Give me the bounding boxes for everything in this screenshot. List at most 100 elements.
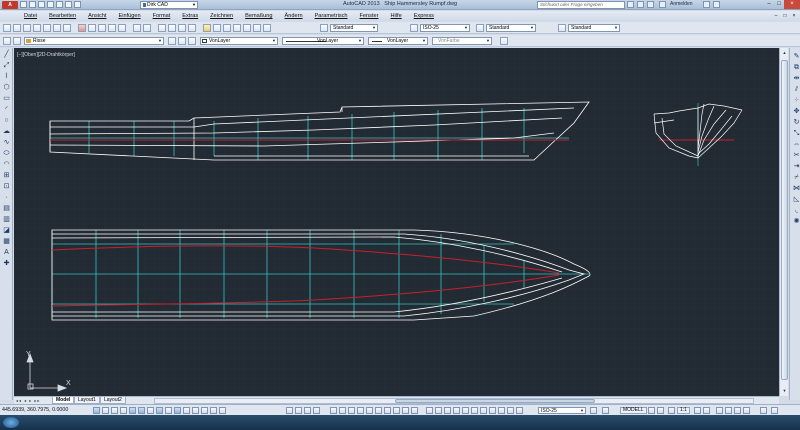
search-icon[interactable] <box>627 1 634 8</box>
polyline-icon[interactable]: ⌇ <box>2 72 11 81</box>
move-icon[interactable]: ✥ <box>792 107 800 116</box>
id-point-icon[interactable] <box>444 407 451 414</box>
quick-view-layouts-icon[interactable] <box>648 407 655 414</box>
layer-status-icon[interactable] <box>402 407 409 414</box>
menu-bearbeiten[interactable]: Bearbeiten <box>43 13 82 19</box>
infer-constraints-icon[interactable] <box>93 407 100 414</box>
dimension-update-icon[interactable] <box>516 407 523 414</box>
list-icon[interactable] <box>435 407 442 414</box>
minimize-button[interactable]: – <box>764 0 774 9</box>
ellipse-arc-icon[interactable]: ◠ <box>2 160 11 169</box>
line-icon[interactable]: ╱ <box>2 50 11 59</box>
dynamic-ucs-icon[interactable] <box>165 407 172 414</box>
new-icon[interactable] <box>3 24 11 32</box>
explode-icon[interactable]: ✺ <box>792 217 800 226</box>
center-mark-icon[interactable] <box>507 407 514 414</box>
auto-scale-icon[interactable] <box>703 407 710 414</box>
clean-screen-icon[interactable] <box>771 407 778 414</box>
menu-zeichnen[interactable]: Zeichnen <box>204 13 239 19</box>
text-icon[interactable] <box>339 407 346 414</box>
cut-icon[interactable] <box>78 24 86 32</box>
object-snap-tracking-icon[interactable] <box>156 407 163 414</box>
calculator-icon[interactable] <box>253 24 261 32</box>
doc-restore-button[interactable]: □ <box>781 12 789 20</box>
pan-status-icon[interactable] <box>286 407 293 414</box>
polygon-icon[interactable]: ⬡ <box>2 83 11 92</box>
measure-icon[interactable] <box>426 407 433 414</box>
menu-extras[interactable]: Extras <box>176 13 204 19</box>
redo-icon[interactable] <box>143 24 151 32</box>
horizontal-scroll-thumb[interactable] <box>395 399 595 403</box>
doc-minimize-button[interactable]: – <box>772 12 780 20</box>
hatch-icon[interactable]: ▤ <box>2 204 11 213</box>
construction-line-icon[interactable]: ⤢ <box>2 61 11 70</box>
workspace-settings-icon[interactable] <box>716 407 723 414</box>
object-snap-icon[interactable] <box>138 407 145 414</box>
block-editor-icon[interactable] <box>118 24 126 32</box>
match-properties-icon[interactable] <box>108 24 116 32</box>
menu-ansicht[interactable]: Ansicht <box>82 13 112 19</box>
subscription-center-icon[interactable] <box>637 1 644 8</box>
help-icon[interactable] <box>713 1 720 8</box>
doc-close-button[interactable]: × <box>790 12 798 20</box>
selection-cycling-icon[interactable] <box>210 407 217 414</box>
spline-icon[interactable]: ∿ <box>2 138 11 147</box>
showmotion-icon[interactable] <box>313 407 320 414</box>
angle-icon[interactable] <box>480 407 487 414</box>
windows-start-icon[interactable] <box>3 417 19 428</box>
steeringwheel-icon[interactable] <box>304 407 311 414</box>
table-style-select[interactable]: Standard ▼ <box>486 24 536 32</box>
multileader-style-select[interactable]: Standard ▼ <box>568 24 620 32</box>
block-status-icon[interactable] <box>366 407 373 414</box>
hardware-acceleration-icon[interactable] <box>734 407 741 414</box>
fillet-icon[interactable]: ◟ <box>792 206 800 215</box>
save-icon[interactable] <box>23 24 31 32</box>
break-icon[interactable]: ⌿ <box>792 173 800 182</box>
make-block-icon[interactable]: ⊡ <box>2 182 11 191</box>
coordinate-readout[interactable]: 445.6939, 360.7975, 0.0000 <box>2 407 68 413</box>
hatch-status-icon[interactable] <box>384 407 391 414</box>
isolate-objects-icon[interactable] <box>743 407 750 414</box>
copy-object-icon[interactable]: ⧉ <box>792 63 800 72</box>
menu-format[interactable]: Format <box>147 13 177 19</box>
lineweight-display-icon[interactable] <box>500 37 508 45</box>
layer-previous-icon[interactable] <box>178 37 186 45</box>
polar-tracking-icon[interactable] <box>129 407 136 414</box>
table-icon[interactable]: ▦ <box>2 237 11 246</box>
volume-icon[interactable] <box>498 407 505 414</box>
quick-properties-icon[interactable] <box>201 407 208 414</box>
extend-icon[interactable]: ⇥ <box>792 162 800 171</box>
region-mass-icon[interactable] <box>462 407 469 414</box>
point-icon[interactable]: · <box>2 193 11 202</box>
revcloud-icon[interactable]: ☁ <box>2 127 11 136</box>
menu-bemassung[interactable]: Bemaßung <box>239 13 278 19</box>
publish-icon[interactable] <box>53 24 61 32</box>
dim-style-select[interactable]: ISO-25 ▼ <box>420 24 470 32</box>
properties-icon[interactable] <box>203 24 211 32</box>
scroll-down-icon[interactable]: ▼ <box>780 387 789 395</box>
color-select[interactable]: VonLayer ▼ <box>200 37 278 45</box>
mirror-icon[interactable]: ⇹ <box>792 74 800 83</box>
login-button[interactable]: Anmelden <box>670 1 693 7</box>
zoom-status-icon[interactable] <box>295 407 302 414</box>
plot-icon[interactable] <box>33 24 41 32</box>
model-space-toggle[interactable]: MODELL <box>620 407 647 414</box>
stretch-icon[interactable]: ⇔ <box>792 140 800 149</box>
xref-icon[interactable] <box>411 407 418 414</box>
join-icon[interactable]: ⋈ <box>792 184 800 193</box>
tab-layout1[interactable]: Layout1 <box>74 397 100 404</box>
close-button[interactable]: × <box>784 0 800 9</box>
zoom-previous-icon[interactable] <box>188 24 196 32</box>
arc-icon[interactable]: ◜ <box>2 105 11 114</box>
plotstyle-select[interactable]: VonFarbe ▼ <box>432 37 492 45</box>
array-icon[interactable]: ⁘ <box>792 96 800 105</box>
layer-state-icon[interactable] <box>13 37 21 45</box>
transparency-icon[interactable] <box>192 407 199 414</box>
rectangle-icon[interactable]: ▭ <box>2 94 11 103</box>
trim-icon[interactable]: ✂ <box>792 151 800 160</box>
menu-einfuegen[interactable]: Einfügen <box>112 13 146 19</box>
pan-icon[interactable] <box>158 24 166 32</box>
copy-icon[interactable] <box>88 24 96 32</box>
circle-icon[interactable]: ○ <box>2 116 11 125</box>
lineweight-select[interactable]: VonLayer ▼ <box>368 37 428 45</box>
